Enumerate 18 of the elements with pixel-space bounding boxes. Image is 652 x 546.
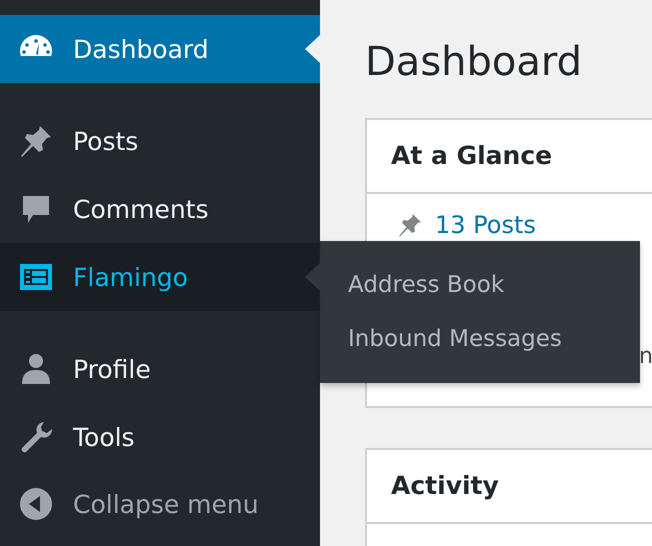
current-page-pointer	[305, 35, 320, 63]
pushpin-icon	[397, 212, 423, 238]
menu-item[interactable]: Posts	[0, 107, 320, 175]
menu-item[interactable]: Flamingo	[0, 243, 320, 311]
pushpin-icon	[18, 123, 54, 159]
submenu-item[interactable]: Address Book	[348, 267, 640, 303]
collapse-menu-button[interactable]: Collapse menu	[0, 470, 320, 538]
widget-title: At a Glance	[367, 120, 652, 194]
menu-item[interactable]: Dashboard	[0, 15, 320, 83]
menu-item[interactable]: Profile	[0, 335, 320, 403]
page-title: Dashboard	[365, 38, 584, 87]
widget-text: n	[639, 344, 652, 369]
collapse-icon	[18, 486, 54, 522]
posts-link[interactable]: 13 Posts	[435, 211, 536, 239]
submenu-item[interactable]: Inbound Messages	[348, 321, 640, 357]
menu-item[interactable]: Tools	[0, 403, 320, 471]
menu-item[interactable]: Comments	[0, 175, 320, 243]
widget-title: Activity	[367, 450, 652, 524]
